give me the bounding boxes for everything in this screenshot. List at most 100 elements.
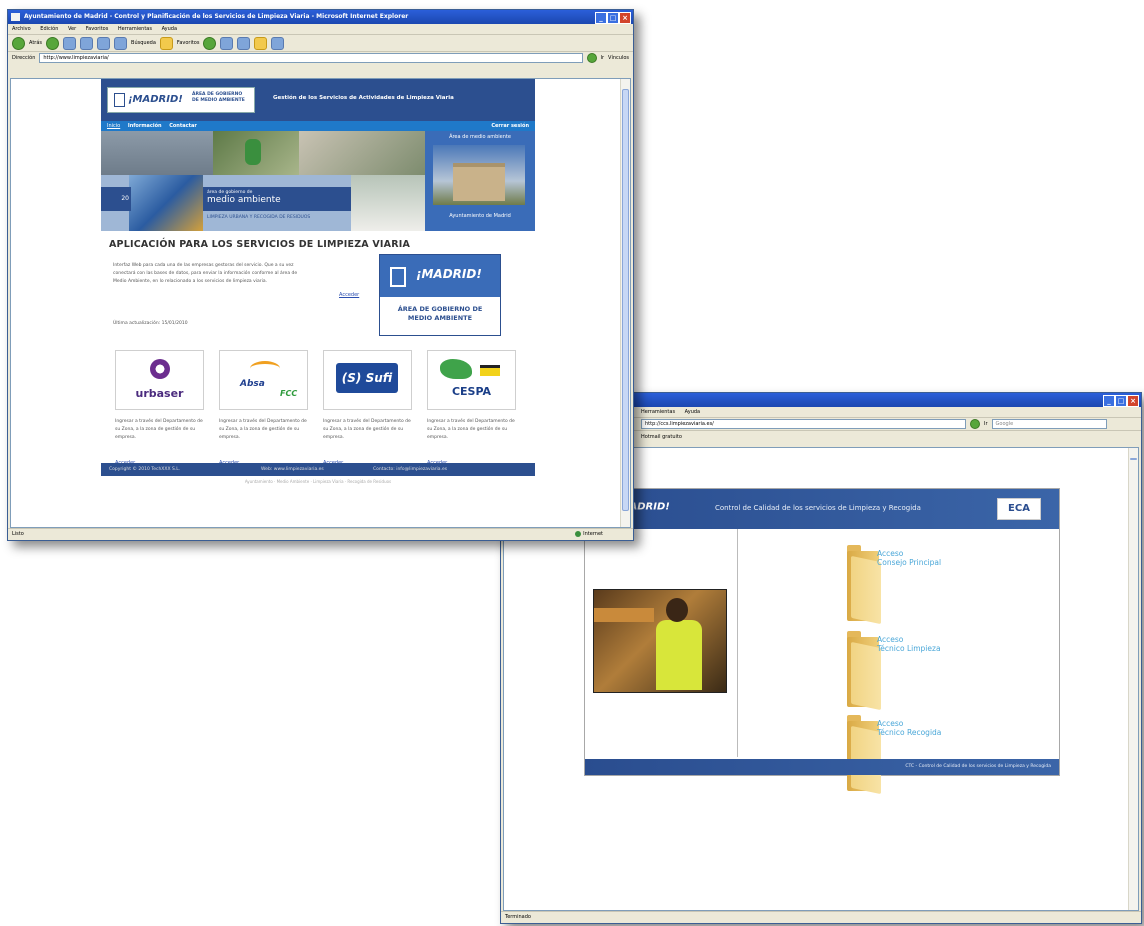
worker-photo bbox=[593, 589, 727, 693]
header-title: Gestión de los Servicios de Actividades … bbox=[273, 95, 454, 101]
go-arrow-icon[interactable] bbox=[586, 53, 597, 63]
links-item[interactable]: Hotmail gratuito bbox=[641, 434, 682, 440]
maximize-button[interactable]: □ bbox=[607, 12, 619, 24]
search-icon[interactable] bbox=[114, 36, 128, 50]
header-title: Control de Calidad de los servicios de L… bbox=[715, 504, 921, 512]
logout-link[interactable]: Cerrar sesión bbox=[491, 121, 529, 131]
absa-swoosh-icon bbox=[250, 361, 280, 376]
address-input[interactable]: http://ccs.limpiezaviaria.es/ bbox=[641, 419, 966, 429]
cespa-map-icon bbox=[440, 359, 472, 379]
fcc-text: FCC bbox=[280, 389, 298, 398]
history-icon[interactable] bbox=[220, 36, 234, 50]
footer-copyright: Copyright © 2010 TechXXX S.L. bbox=[109, 467, 181, 472]
sub-footer: Ayuntamiento · Medio Ambiente · Limpieza… bbox=[244, 479, 392, 484]
partner-desc-absa-fcc: Ingresar a través del Departamento de su… bbox=[219, 419, 307, 440]
folder-icon[interactable] bbox=[254, 36, 268, 50]
page-header: ¡MADRID! Control de Calidad de los servi… bbox=[585, 489, 1059, 529]
folder-label-line2[interactable]: Técnico Limpieza bbox=[877, 644, 941, 653]
menu-item-favorites[interactable]: Favoritos bbox=[86, 26, 109, 32]
absa-text: Absa bbox=[240, 379, 265, 389]
nav-item-informacion[interactable]: Información bbox=[128, 123, 162, 129]
menu-item-help[interactable]: Ayuda bbox=[685, 409, 700, 415]
maximize-button[interactable]: □ bbox=[1115, 395, 1127, 407]
mail-icon[interactable] bbox=[237, 36, 251, 50]
go-button[interactable]: Ir bbox=[984, 421, 988, 427]
menu-item-tools[interactable]: Herramientas bbox=[641, 409, 675, 415]
urbaser-symbol-icon bbox=[150, 359, 170, 379]
vertical-scrollbar[interactable] bbox=[620, 79, 630, 527]
banner-big-text: medio ambiente bbox=[207, 195, 281, 205]
page-header: ¡MADRID! ÁREA DE GOBIERNO DE MEDIO AMBIE… bbox=[101, 79, 535, 121]
close-button[interactable]: × bbox=[619, 12, 631, 24]
address-bar: Dirección http://www.limpiezaviaria/ Ir … bbox=[8, 51, 633, 64]
big-logo-subtitle: ÁREA DE GOBIERNO DE MEDIO AMBIENTE bbox=[397, 305, 483, 322]
madrid-logo: ¡MADRID! ÁREA DE GOBIERNO DE MEDIO AMBIE… bbox=[107, 87, 255, 113]
big-logo-text: ¡MADRID! bbox=[416, 267, 482, 281]
intro-text: Interfaz Web para cada una de las empres… bbox=[113, 263, 298, 284]
partner-logo-sufi[interactable]: (S) Sufi bbox=[323, 350, 412, 410]
menu-item-edit[interactable]: Edición bbox=[40, 26, 58, 32]
vertical-scrollbar[interactable] bbox=[1128, 448, 1138, 910]
zone-label: Internet bbox=[583, 531, 603, 537]
banner-caption: LIMPIEZA URBANA Y RECOGIDA DE RESIDUOS bbox=[207, 215, 311, 220]
page-footer: Copyright © 2010 TechXXX S.L. Web: www.l… bbox=[101, 463, 535, 476]
media-icon[interactable] bbox=[203, 36, 217, 50]
photo-cleaner bbox=[129, 175, 203, 231]
photo-street bbox=[299, 131, 425, 175]
nav-item-inicio[interactable]: Inicio bbox=[107, 123, 120, 129]
folder-label-line2[interactable]: Técnico Recogida bbox=[877, 728, 941, 737]
minimize-button[interactable]: _ bbox=[1103, 395, 1115, 407]
last-updated: Última actualización: 15/01/2010 bbox=[113, 321, 188, 326]
cespa-text: CESPA bbox=[451, 385, 492, 398]
folder-label-line1[interactable]: Acceso bbox=[877, 549, 903, 558]
menu-item-tools[interactable]: Herramientas bbox=[118, 26, 152, 32]
footer-web[interactable]: Web: www.limpiezaviaria.es bbox=[261, 463, 324, 476]
forward-arrow-icon[interactable] bbox=[46, 36, 60, 50]
home-icon[interactable] bbox=[97, 36, 111, 50]
partner-desc-sufi: Ingresar a través del Departamento de su… bbox=[323, 419, 411, 440]
menu-item-help[interactable]: Ayuda bbox=[162, 26, 177, 32]
sufi-text: Sufi bbox=[365, 371, 393, 385]
folder-label-line1[interactable]: Acceso bbox=[877, 719, 903, 728]
partner-logo-cespa[interactable]: CESPA bbox=[427, 350, 516, 410]
status-bar: Terminado bbox=[501, 911, 1141, 923]
go-button[interactable]: Ir bbox=[601, 55, 605, 61]
menu-item-view[interactable]: Ver bbox=[68, 26, 76, 32]
content-area: ¡MADRID! ÁREA DE GOBIERNO DE MEDIO AMBIE… bbox=[10, 78, 631, 528]
scroll-thumb[interactable] bbox=[622, 89, 629, 511]
eca-badge: ECA bbox=[997, 498, 1041, 520]
main-access-link[interactable]: Acceder bbox=[339, 292, 359, 298]
go-arrow-icon[interactable] bbox=[970, 419, 980, 429]
address-label: Dirección bbox=[12, 55, 36, 61]
back-button-label[interactable]: Atrás bbox=[29, 40, 42, 46]
close-button[interactable]: × bbox=[1127, 395, 1139, 407]
links-label[interactable]: Vínculos bbox=[608, 55, 629, 61]
title-bar: Ayuntamiento de Madrid - Control y Plani… bbox=[8, 10, 633, 24]
nav-item-contactar[interactable]: Contactar bbox=[169, 123, 197, 129]
print-icon[interactable] bbox=[271, 36, 285, 50]
refresh-icon[interactable] bbox=[80, 36, 94, 50]
banner-small-text: área de gobierno de bbox=[207, 190, 253, 195]
logo-subtitle: ÁREA DE GOBIERNO DE MEDIO AMBIENTE bbox=[192, 92, 245, 103]
partner-logo-urbaser[interactable]: urbaser bbox=[115, 350, 204, 410]
minimize-button[interactable]: _ bbox=[595, 12, 607, 24]
globe-icon bbox=[575, 530, 582, 537]
hero-banner: 20 área de gobierno de medio ambiente LI… bbox=[101, 131, 535, 231]
partner-logo-absa-fcc[interactable]: Absa FCC bbox=[219, 350, 308, 410]
favorites-button-label[interactable]: Favoritos bbox=[177, 40, 200, 46]
favorites-star-icon[interactable] bbox=[159, 36, 173, 50]
search-input[interactable]: Google bbox=[991, 419, 1107, 429]
urbaser-text: urbaser bbox=[135, 387, 184, 400]
menu-item-file[interactable]: Archivo bbox=[12, 26, 31, 32]
stop-icon[interactable] bbox=[63, 36, 77, 50]
partner-desc-cespa: Ingresar a través del Departamento de su… bbox=[427, 419, 515, 440]
madrid-shield-icon bbox=[390, 267, 406, 287]
page-footer: CTC - Control de Calidad de los servicio… bbox=[585, 759, 1059, 775]
address-input[interactable]: http://www.limpiezaviaria/ bbox=[39, 53, 583, 63]
folder-label-line1[interactable]: Acceso bbox=[877, 635, 903, 644]
folder-label-line2[interactable]: Consejo Principal bbox=[877, 558, 941, 567]
footer-contact[interactable]: Contacto: info@limpiezaviaria.es bbox=[373, 463, 447, 476]
back-arrow-icon[interactable] bbox=[12, 36, 25, 50]
search-button-label[interactable]: Búsqueda bbox=[131, 40, 156, 46]
status-bar: Listo Internet bbox=[8, 528, 633, 540]
